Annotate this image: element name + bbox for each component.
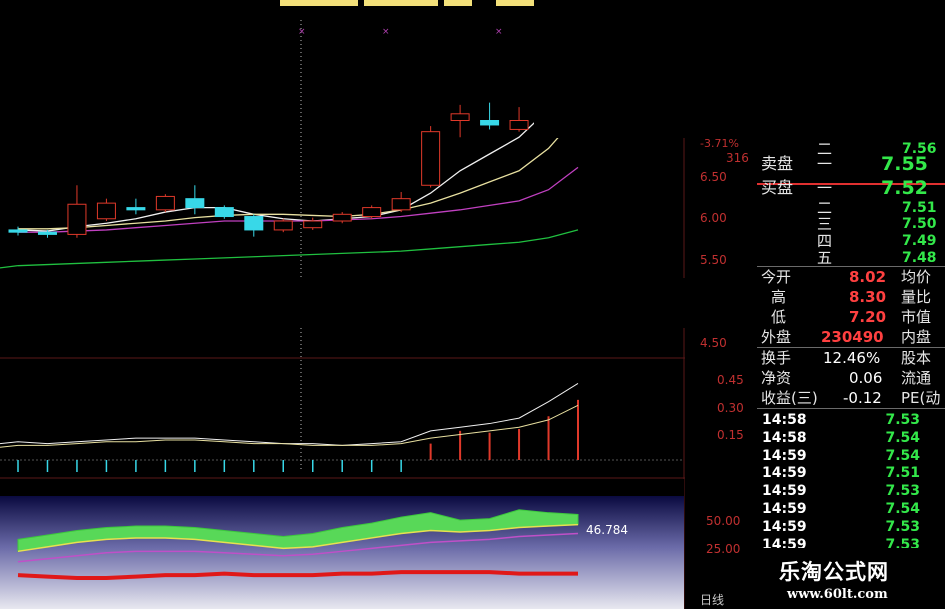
mktcap-label: 市值 [901,308,932,326]
volume-axis-label: 0.30 [717,401,744,415]
low-value: 7.20 [849,308,887,326]
marker-icon: × [382,27,390,37]
candle-body [244,216,264,231]
quote-row-netasset: 净资 0.06 流通 [757,368,945,388]
candle-body [362,207,382,218]
buy-level-row[interactable]: 五 7.48 [757,248,945,268]
inner-label: 内盘 [901,328,932,346]
candle-body [37,231,57,235]
toolbar-button-2[interactable] [364,0,438,6]
level-label: 五 [817,249,833,267]
shares-label: 股本 [901,349,932,367]
candle-body [8,229,28,233]
outer-label: 外盘 [761,328,792,346]
level-label: 一 [817,179,833,197]
candle-body [391,198,411,211]
quote-panel: 二 7.56 卖盘 一 7.55 买盘 一 7.52 二 7.51 三 7.50… [757,138,945,553]
price-axis-label: 4.50 [700,336,727,350]
open-value: 8.02 [849,268,887,286]
quote-row-eps: 收益(三) -0.12 PE(动 [757,388,945,408]
open-label: 今开 [761,268,792,286]
quote-row-low: 低 7.20 市值 [757,307,945,327]
high-value: 8.30 [849,288,887,306]
period-label[interactable]: 日线 [700,591,724,608]
level-price: 7.55 [881,153,928,175]
netasset-value: 0.06 [849,369,883,387]
overlay-block [534,0,685,138]
pe-label: PE(动 [901,389,941,407]
candle-body [421,131,441,186]
ma-line-ma20 [18,166,579,233]
quote-row-high: 高 8.30 量比 [757,287,945,307]
vol-ratio-label: 量比 [901,288,932,306]
eps-value: -0.12 [843,389,882,407]
buy-label: 买盘 [761,178,794,197]
candle-body [67,203,87,235]
netasset-label: 净资 [761,369,792,387]
pct-readout: -3.71% [700,137,739,150]
divider [757,408,945,409]
toolbar-button-4[interactable] [496,0,534,6]
quote-row-open: 今开 8.02 均价 [757,267,945,287]
volume-readout: 316 [726,151,749,165]
candle-body [214,207,234,218]
turnover-value: 12.46% [823,349,881,367]
low-label: 低 [771,308,787,326]
indicator-value-readout: 46.784 [586,523,628,537]
eps-label: 收益(三) [761,389,818,407]
candle-body [185,198,205,209]
level-price: 7.48 [902,250,937,266]
outer-value: 230490 [821,328,884,346]
overlay-block [165,278,685,328]
high-label: 高 [771,288,787,306]
float-label: 流通 [901,369,932,387]
price-axis-label: 6.50 [700,170,727,184]
kline-chart-area[interactable]: × × × [0,0,685,609]
turnover-label: 换手 [761,349,792,367]
price-axis-label: 5.50 [700,253,727,267]
volume-axis-label: 0.45 [717,373,744,387]
indicator-axis-label: 25.00 [706,542,741,556]
quote-row-outer: 外盘 230490 内盘 [757,327,945,347]
level-label: 一 [817,155,833,173]
candle-body [480,120,500,126]
price-axis-label: 6.00 [700,211,727,225]
marker-icon: × [495,27,503,37]
candle-body [332,213,352,222]
sell-level-row[interactable]: 卖盘 一 7.55 [757,154,945,178]
watermark-title: 乐淘公式网 [779,559,889,584]
candle-body [509,120,529,130]
toolbar-button-3[interactable] [444,0,472,6]
candle-body [126,207,146,211]
level-price: 7.52 [881,177,928,199]
toolbar-button-1[interactable] [280,0,358,6]
candle-body [303,220,323,229]
indicator-axis-label: 50.00 [706,514,741,528]
volume-axis-label: 0.15 [717,428,744,442]
quote-row-turnover: 换手 12.46% 股本 [757,348,945,368]
sell-label: 卖盘 [761,154,794,173]
watermark-url: www.60lt.com [787,587,888,602]
avg-label: 均价 [901,268,932,286]
indicator-header-strip [0,479,684,496]
candle-body [96,202,116,220]
kline-chart-svg[interactable]: × × × [0,0,685,609]
candle-body [273,220,293,231]
ma-line-ma60-ext [0,265,19,269]
watermark: 乐淘公式网 www.60lt.com [757,548,945,609]
ma-line-ma60 [17,229,579,267]
toolbar-strip [280,0,534,6]
volume-ma-line [0,383,579,446]
candle-body [450,113,470,122]
marker-icon: × [298,27,306,37]
candle-body [155,195,175,211]
buy-level-row[interactable]: 买盘 一 7.52 [757,178,945,200]
